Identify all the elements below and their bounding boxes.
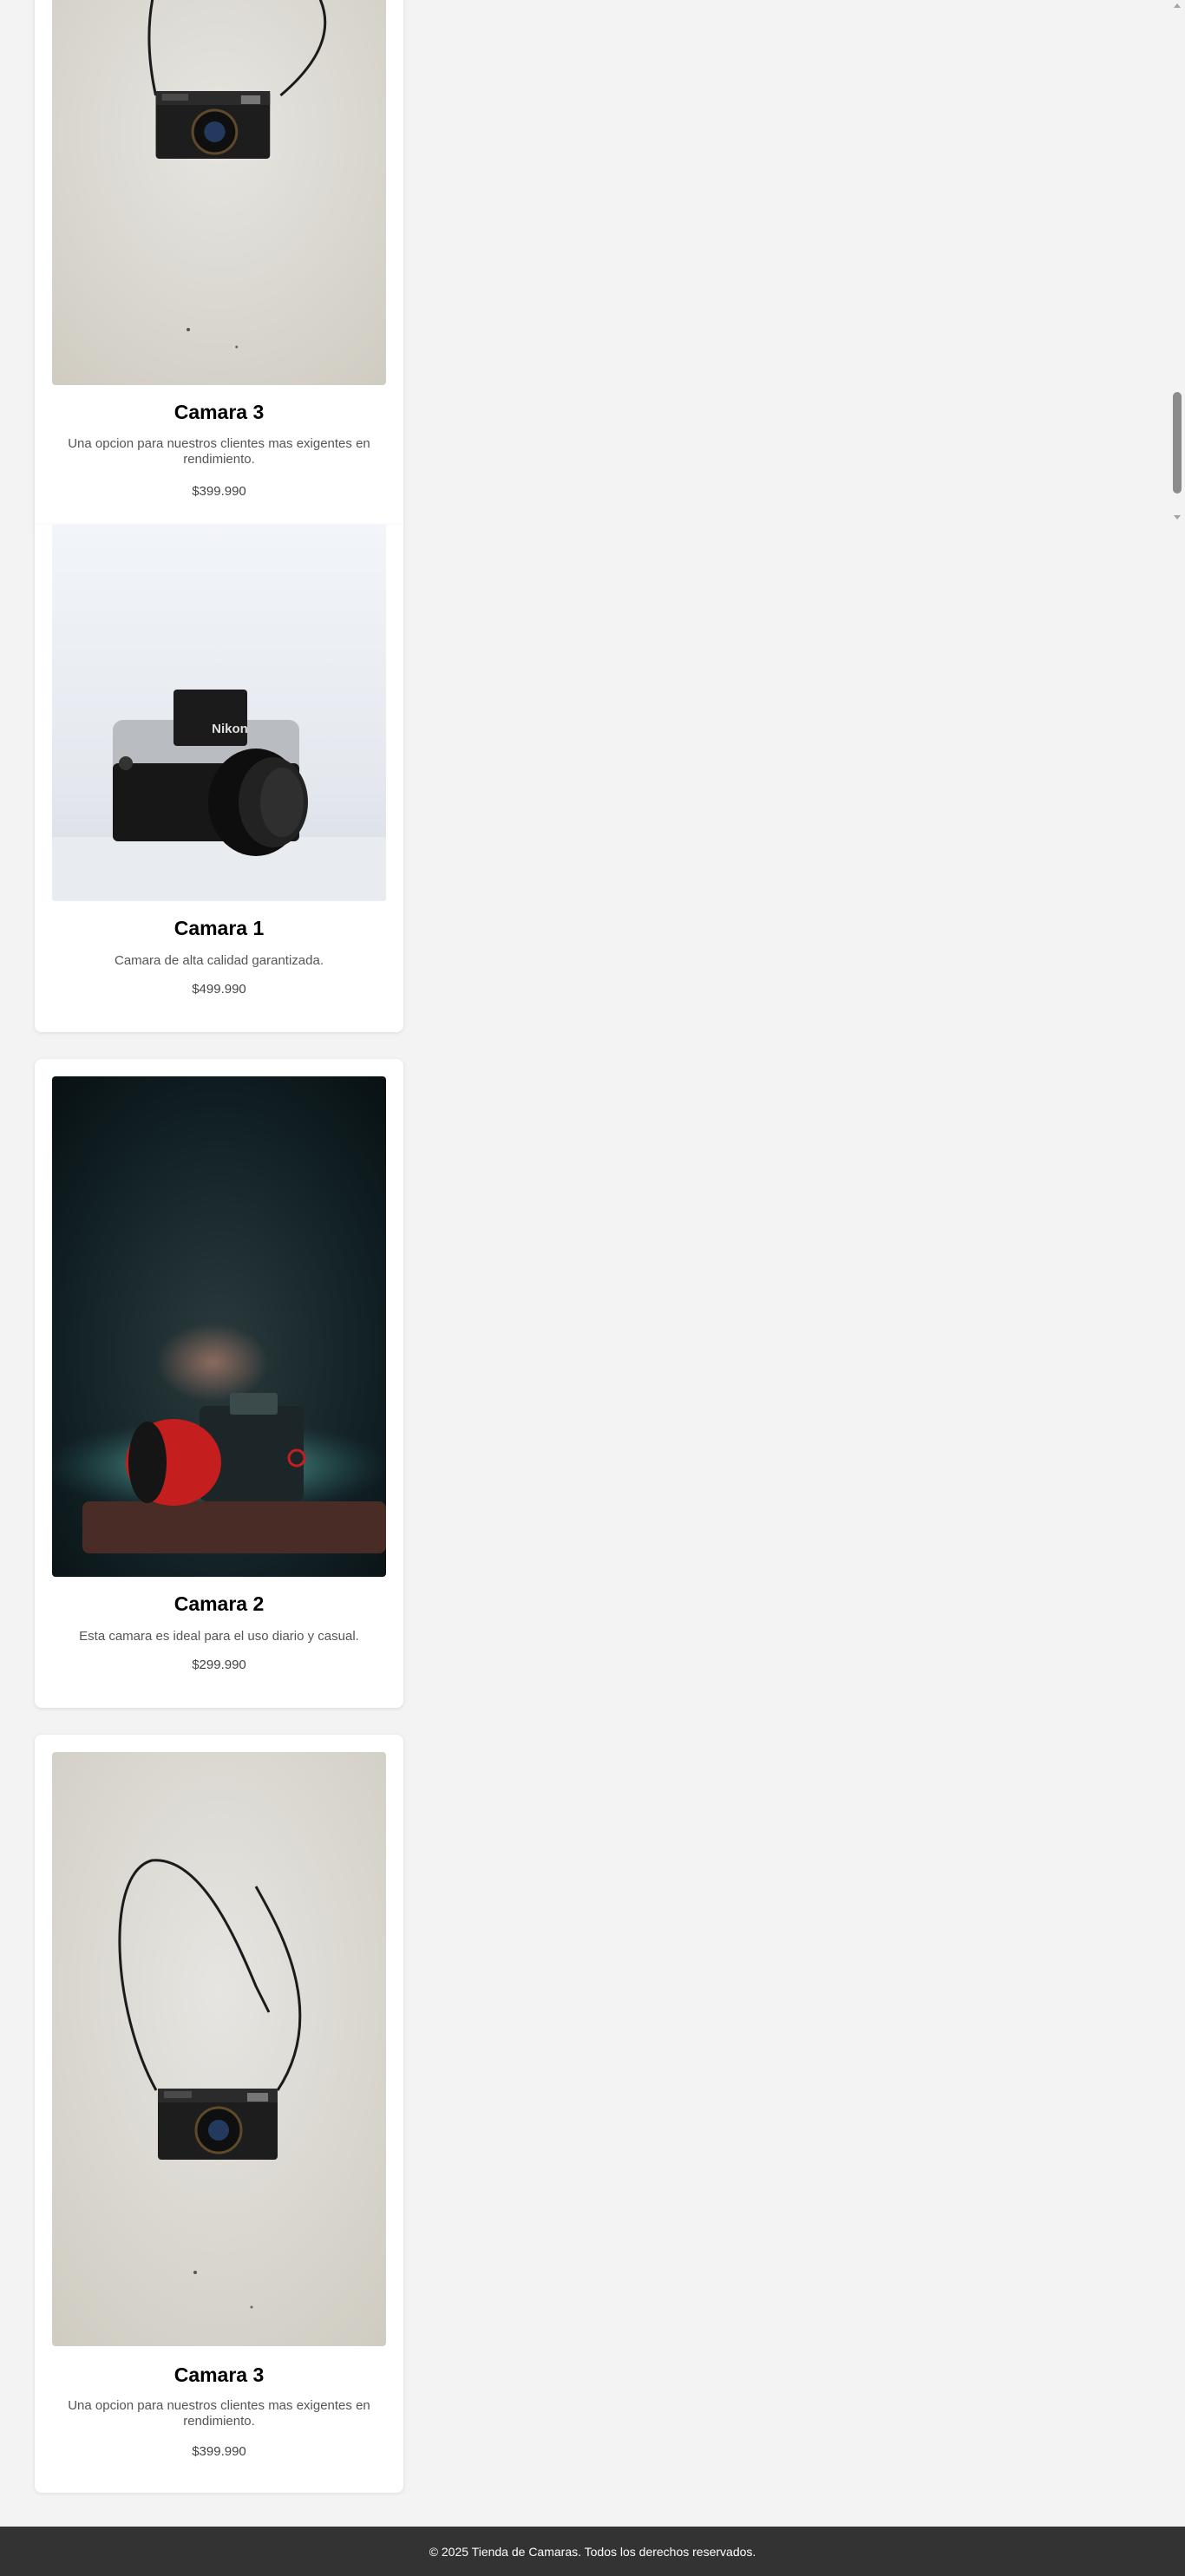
product-card: Camara 3 Una opcion para nuestros client…: [35, 1735, 403, 2493]
camera-photo-strap: [52, 1752, 386, 2346]
product-description: Camara de alta calidad garantizada.: [115, 953, 324, 968]
product-image: [52, 1752, 386, 2346]
product-image: [52, 0, 386, 385]
product-description: Esta camara es ideal para el uso diario …: [79, 1629, 359, 1644]
product-title: Camara 3: [173, 401, 265, 423]
vertical-scrollbar[interactable]: [1170, 0, 1185, 525]
product-card: Nikon Camara 1 Camara de alta calidad ga…: [35, 525, 403, 1032]
product-description: Una opcion para nuestros clientes mas ex…: [68, 2398, 370, 2429]
product-price: $399.990: [192, 2444, 246, 2459]
camera-photo-strap: [52, 0, 386, 385]
product-image: [52, 1076, 386, 1577]
product-price: $499.990: [192, 982, 246, 997]
product-card: Camara 2 Esta camara es ideal para el us…: [35, 1059, 403, 1708]
camera-photo-nikon: Nikon: [52, 525, 386, 901]
product-price: $399.990: [192, 484, 246, 499]
product-title: Camara 3: [173, 2364, 265, 2386]
product-description: Una opcion para nuestros clientes mas ex…: [68, 436, 370, 467]
footer-copyright: © 2025 Tienda de Camaras. Todos los dere…: [429, 2544, 756, 2559]
page-footer: © 2025 Tienda de Camaras. Todos los dere…: [0, 2527, 1185, 2576]
product-price: $299.990: [192, 1657, 246, 1672]
product-image: Nikon: [52, 525, 386, 901]
camera-photo-red-lens: [52, 1076, 386, 1577]
scrollbar-thumb[interactable]: [1173, 392, 1182, 494]
scroll-down-arrow-icon[interactable]: [1174, 515, 1181, 520]
nikon-logo-text: Nikon: [212, 722, 248, 736]
product-card: Camara 3 Una opcion para nuestros client…: [35, 0, 403, 525]
scroll-up-arrow-icon[interactable]: [1174, 3, 1181, 8]
product-title: Camara 2: [173, 1592, 265, 1615]
product-title: Camara 1: [173, 917, 265, 939]
